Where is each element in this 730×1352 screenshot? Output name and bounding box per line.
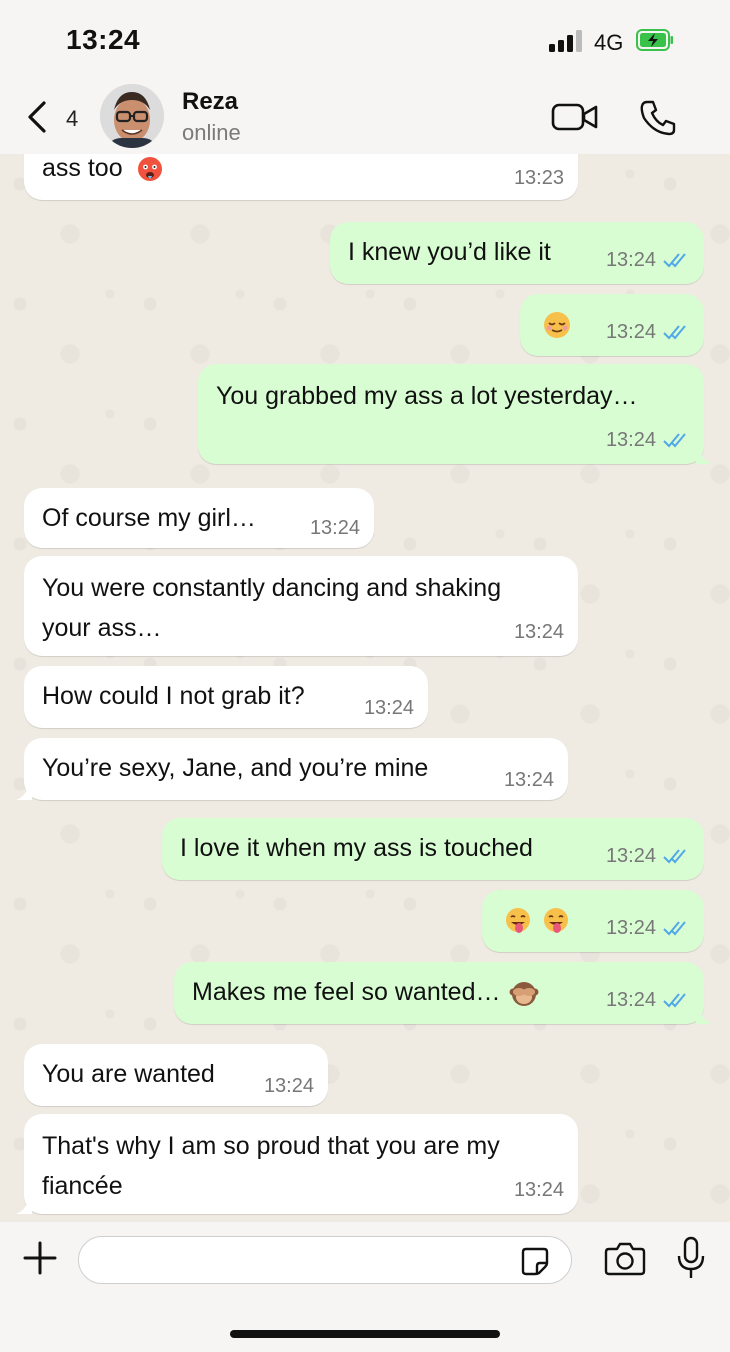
read-receipt-icon	[663, 849, 686, 864]
message-time: 13:23	[513, 167, 564, 189]
phone-icon[interactable]	[638, 98, 678, 138]
bubble-tail	[696, 450, 712, 464]
message-time: 13:24	[363, 697, 414, 719]
see-no-evil-monkey-emoji-icon	[509, 982, 539, 1007]
message-incoming[interactable]: How could I not grab it? 13:24	[24, 666, 428, 728]
battery-charging-icon	[636, 29, 673, 51]
bubble-tail	[696, 1010, 712, 1024]
network-type: 4G	[594, 30, 624, 55]
home-indicator	[230, 1330, 500, 1338]
message-time: 13:24	[605, 249, 656, 271]
message-outgoing[interactable]: I love it when my ass is touched 13:24	[162, 818, 704, 880]
message-outgoing[interactable]: Makes me feel so wanted… 13:24	[174, 962, 712, 1024]
read-receipt-icon	[663, 253, 686, 268]
tongue-wink-emoji-icon	[544, 908, 568, 933]
message-time: 13:24	[513, 1179, 564, 1201]
message-text-line2: fiancée	[42, 1172, 123, 1200]
message-time: 13:24	[513, 621, 564, 643]
microphone-icon[interactable]	[676, 1236, 706, 1280]
message-text: You’re sexy, Jane, and you’re mine	[42, 754, 429, 782]
chat-header: 4 Reza online	[0, 80, 730, 154]
back-chevron-icon[interactable]	[24, 100, 50, 134]
read-receipt-icon	[663, 433, 686, 448]
plus-icon[interactable]	[22, 1240, 58, 1276]
message-time: 13:24	[605, 845, 656, 867]
avatar[interactable]	[100, 84, 164, 148]
message-text: Of course my girl…	[42, 504, 256, 532]
message-incoming[interactable]: You are wanted 13:24	[24, 1044, 328, 1106]
message-incoming[interactable]: Of course my girl… 13:24	[24, 488, 374, 548]
message-time: 13:24	[605, 989, 656, 1011]
message-time: 13:24	[605, 917, 656, 939]
message-outgoing[interactable]: 13:24	[520, 294, 704, 356]
message-text: You were constantly dancing and shaking	[42, 574, 502, 602]
read-receipt-icon	[663, 921, 686, 936]
message-time: 13:24	[263, 1075, 314, 1097]
message-incoming[interactable]: You were constantly dancing and shaking …	[24, 556, 578, 656]
read-receipt-icon	[663, 993, 686, 1008]
status-bar: 13:24 4G	[0, 0, 730, 80]
status-time: 13:24	[66, 24, 141, 55]
message-time: 13:24	[605, 429, 656, 451]
contact-name[interactable]: Reza	[182, 88, 238, 116]
message-text: How could I not grab it?	[42, 682, 305, 710]
message-list[interactable]: ass too 13:23 I knew you’d like it 13:24…	[0, 154, 730, 1222]
message-incoming[interactable]: ass too 13:23	[24, 154, 578, 200]
relieved-face-emoji-icon	[544, 312, 570, 338]
hot-face-emoji-icon	[137, 157, 162, 182]
message-outgoing[interactable]: You grabbed my ass a lot yesterday… 13:2…	[198, 364, 712, 464]
bubble-tail	[16, 786, 32, 800]
message-text: ass too	[42, 154, 123, 182]
message-incoming[interactable]: That's why I am so proud that you are my…	[16, 1114, 578, 1214]
message-input[interactable]	[78, 1236, 572, 1284]
unread-count[interactable]: 4	[66, 106, 78, 132]
message-text: Makes me feel so wanted…	[192, 978, 501, 1006]
message-outgoing[interactable]: I knew you’d like it 13:24	[330, 222, 704, 284]
signal-icon	[549, 30, 583, 52]
message-incoming[interactable]: You’re sexy, Jane, and you’re mine 13:24	[16, 738, 568, 800]
camera-icon[interactable]	[604, 1240, 646, 1276]
message-time: 13:24	[605, 321, 656, 343]
message-outgoing[interactable]: 13:24	[482, 890, 704, 952]
message-text: That's why I am so proud that you are my	[42, 1132, 500, 1160]
bubble-tail	[16, 1200, 32, 1214]
message-text-line2: your ass…	[42, 614, 162, 642]
read-receipt-icon	[663, 325, 686, 340]
video-call-icon[interactable]	[550, 100, 600, 134]
message-time: 13:24	[503, 769, 554, 791]
sticker-icon[interactable]	[520, 1246, 550, 1276]
contact-status: online	[182, 120, 241, 145]
message-time: 13:24	[309, 517, 360, 539]
tongue-wink-emoji-icon	[506, 908, 530, 933]
message-text: You grabbed my ass a lot yesterday…	[216, 382, 638, 410]
